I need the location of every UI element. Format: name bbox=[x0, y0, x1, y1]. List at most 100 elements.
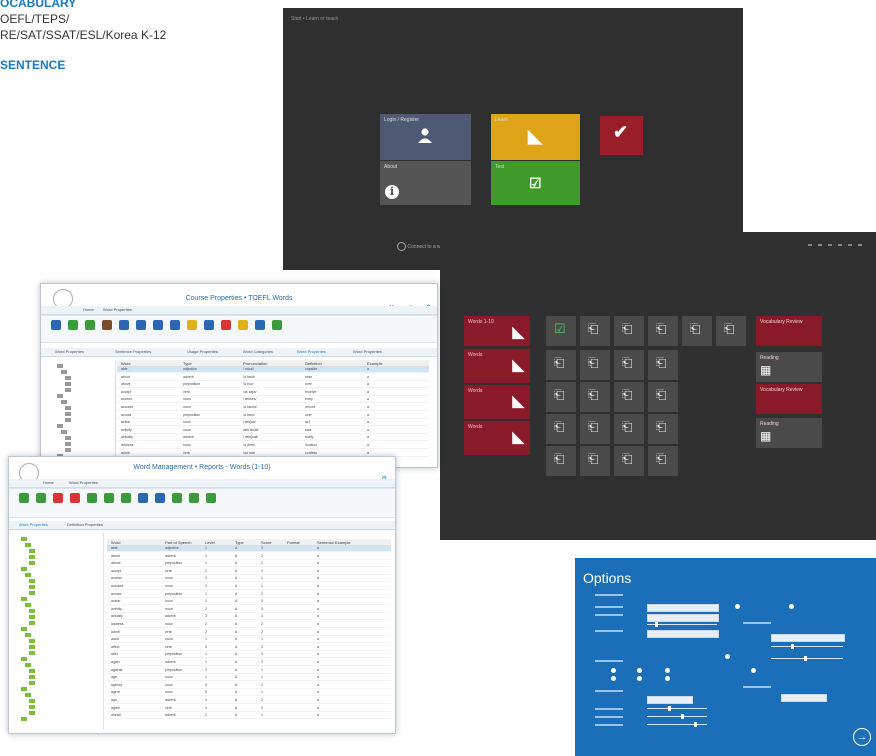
option-slider[interactable] bbox=[647, 724, 707, 725]
lesson-unit-tile[interactable]: ⎗ bbox=[648, 446, 678, 476]
tree-node[interactable] bbox=[29, 669, 37, 673]
subtab-1[interactable]: Word Properties bbox=[19, 522, 48, 527]
table-row[interactable]: about adverb/əˈbaʊt/near a bbox=[117, 375, 429, 381]
lesson-unit-tile[interactable]: ⎗ bbox=[614, 350, 644, 380]
ribbon-button-icon[interactable] bbox=[221, 320, 231, 330]
tab-home[interactable]: Home bbox=[43, 480, 54, 485]
lesson-unit-tile[interactable]: ⎗ bbox=[580, 316, 610, 346]
tree-node[interactable] bbox=[21, 657, 29, 661]
table-row[interactable]: address noun/əˈdres/location a bbox=[117, 443, 429, 449]
ribbon-button-icon[interactable] bbox=[238, 320, 248, 330]
option-field[interactable] bbox=[647, 630, 719, 638]
tree-node[interactable] bbox=[65, 388, 73, 392]
col-word[interactable]: Word bbox=[121, 361, 130, 366]
table-row[interactable]: agent noun 3 A 1 a bbox=[107, 690, 391, 697]
tree-node[interactable] bbox=[57, 394, 65, 398]
ribbon-button-icon[interactable] bbox=[119, 320, 129, 330]
lesson-unit-tile[interactable]: ⎗ bbox=[648, 316, 678, 346]
tile-login[interactable]: Login / Register bbox=[380, 114, 471, 160]
table-row[interactable]: after preposition 1 A 3 a bbox=[107, 652, 391, 659]
tab-home[interactable]: Home bbox=[83, 307, 94, 312]
tree-node[interactable] bbox=[29, 639, 37, 643]
ribbon-button-icon[interactable] bbox=[104, 493, 114, 503]
table-row[interactable]: account noun 2 A 1 a bbox=[107, 584, 391, 590]
col-example[interactable]: Example bbox=[367, 361, 383, 366]
ribbon-button-icon[interactable] bbox=[206, 493, 216, 503]
table-row[interactable]: across preposition 1 A 2 a bbox=[107, 592, 391, 598]
ribbon-button-icon[interactable] bbox=[155, 493, 165, 503]
lesson-unit-tile[interactable]: ⎗ bbox=[614, 382, 644, 412]
col-score[interactable]: Score bbox=[261, 540, 271, 545]
col-format[interactable]: Format bbox=[287, 540, 300, 545]
table-row[interactable]: ahead adverb 2 A 1 a bbox=[107, 713, 391, 720]
tree-node[interactable] bbox=[29, 711, 37, 715]
lesson-unit-tile[interactable]: ⎗ bbox=[648, 350, 678, 380]
table-row[interactable]: able adjective 1 A 3 a bbox=[107, 546, 391, 552]
lesson-tile-4[interactable]: Words ◣ bbox=[464, 421, 530, 455]
col-pos[interactable]: Part of Speech bbox=[165, 540, 191, 545]
subtab-3[interactable]: Usage Properties bbox=[187, 349, 218, 354]
tree-node[interactable] bbox=[29, 615, 37, 619]
tree-node[interactable] bbox=[21, 717, 29, 721]
ribbon-button-icon[interactable] bbox=[68, 320, 78, 330]
lesson-unit-tile[interactable]: ⎗ bbox=[648, 382, 678, 412]
ribbon-button-icon[interactable] bbox=[136, 320, 146, 330]
tree-node[interactable] bbox=[29, 609, 37, 613]
ribbon-button-icon[interactable] bbox=[172, 493, 182, 503]
tree-node[interactable] bbox=[21, 687, 29, 691]
table-row[interactable]: affect verb 3 A 2 a bbox=[107, 645, 391, 651]
option-slider[interactable] bbox=[647, 716, 707, 717]
ribbon-button-icon[interactable] bbox=[272, 320, 282, 330]
ribbon-button-icon[interactable] bbox=[153, 320, 163, 330]
lesson-tile-3[interactable]: Words ◣ bbox=[464, 385, 530, 419]
lesson-unit-tile[interactable]: ⎗ bbox=[614, 414, 644, 444]
ribbon-button-icon[interactable] bbox=[121, 493, 131, 503]
slider-knob[interactable] bbox=[804, 656, 807, 661]
reading-tile-2[interactable]: Reading ▦ bbox=[756, 418, 822, 448]
lesson-unit-tile[interactable]: ⎗ bbox=[716, 316, 746, 346]
slider-knob[interactable] bbox=[655, 622, 658, 627]
table-row[interactable]: access noun/ˈækses/entry a bbox=[117, 397, 429, 404]
lesson-unit-tile[interactable]: ⎗ bbox=[682, 316, 712, 346]
col-sentence[interactable]: Sentence Example bbox=[317, 540, 351, 545]
tree-node[interactable] bbox=[25, 603, 33, 607]
option-radio[interactable] bbox=[789, 604, 794, 609]
tree-node[interactable] bbox=[29, 585, 37, 589]
lesson-tile-2[interactable]: Words ◣ bbox=[464, 349, 530, 383]
option-radio[interactable] bbox=[637, 668, 642, 673]
tree-node[interactable] bbox=[29, 591, 37, 595]
lesson-unit-tile[interactable]: ⎗ bbox=[546, 382, 576, 412]
ribbon-button-icon[interactable] bbox=[36, 493, 46, 503]
ribbon-button-icon[interactable] bbox=[85, 320, 95, 330]
tree-node[interactable] bbox=[65, 406, 73, 410]
tree-node[interactable] bbox=[29, 681, 37, 685]
lesson-unit-tile[interactable]: ⎗ bbox=[580, 446, 610, 476]
lesson-unit-tile[interactable]: ⎗ bbox=[614, 316, 644, 346]
subtab-1[interactable]: Word Properties bbox=[55, 349, 84, 354]
slider-knob[interactable] bbox=[681, 714, 684, 719]
table-row[interactable]: adult noun 1 A 1 a bbox=[107, 637, 391, 644]
table-row[interactable]: against preposition 2 A 1 a bbox=[107, 668, 391, 674]
ribbon-button-icon[interactable] bbox=[53, 493, 63, 503]
option-field[interactable] bbox=[647, 696, 693, 704]
tree-node[interactable] bbox=[25, 693, 33, 697]
tree-node[interactable] bbox=[21, 627, 29, 631]
option-radio[interactable] bbox=[611, 676, 616, 681]
ribbon-button-icon[interactable] bbox=[102, 320, 112, 330]
ribbon-button-icon[interactable] bbox=[51, 320, 61, 330]
col-def[interactable]: Definition bbox=[305, 361, 322, 366]
option-radio[interactable] bbox=[751, 668, 756, 673]
tree-node[interactable] bbox=[29, 651, 37, 655]
tree-node[interactable] bbox=[21, 567, 29, 571]
lesson-unit-tile[interactable]: ☑ bbox=[546, 316, 576, 346]
table-row[interactable]: accept verb/əkˈsept/receive a bbox=[117, 390, 429, 396]
lesson-unit-tile[interactable]: ⎗ bbox=[546, 350, 576, 380]
table-row[interactable]: action noun 1 A 3 a bbox=[107, 599, 391, 606]
slider-knob[interactable] bbox=[668, 706, 671, 711]
ribbon-button-icon[interactable] bbox=[189, 493, 199, 503]
lesson-unit-tile[interactable]: ⎗ bbox=[580, 350, 610, 380]
tile-about[interactable]: About i bbox=[380, 161, 471, 205]
tree-node[interactable] bbox=[57, 424, 65, 428]
ribbon-button-icon[interactable] bbox=[204, 320, 214, 330]
reading-tile-1[interactable]: Reading ▦ bbox=[756, 352, 822, 382]
